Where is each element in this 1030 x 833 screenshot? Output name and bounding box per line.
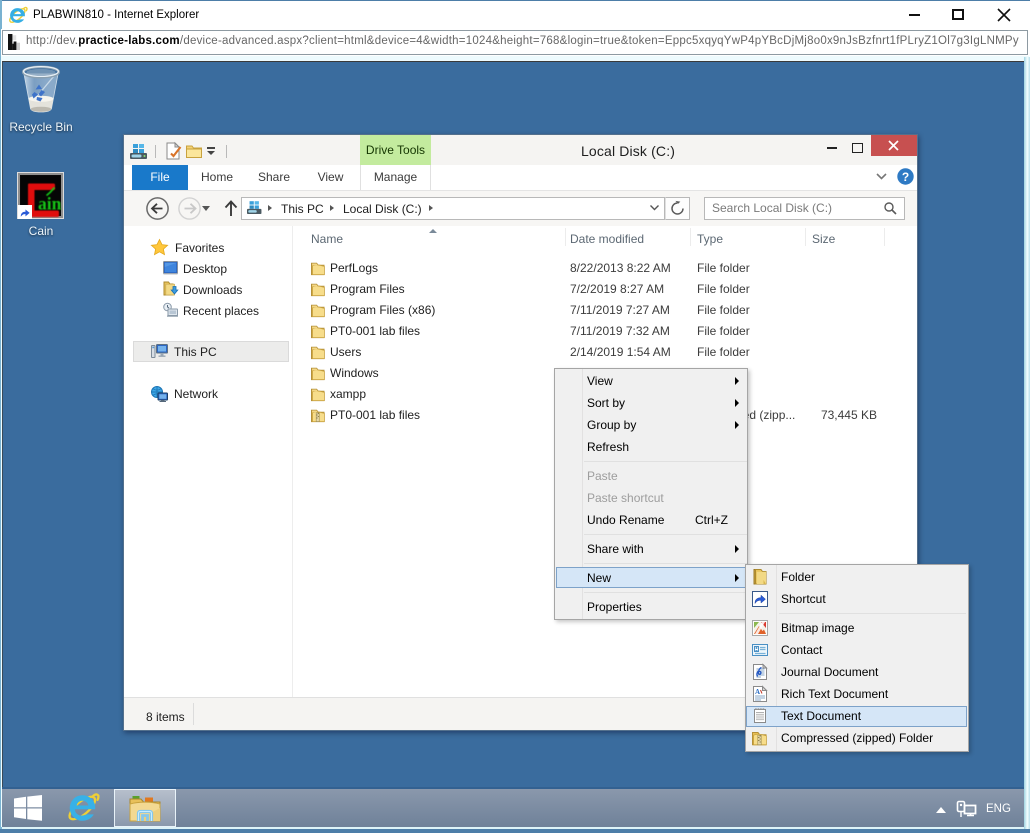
svg-text:ain: ain bbox=[38, 194, 62, 214]
svg-text:?: ? bbox=[902, 170, 909, 184]
svg-text:A: A bbox=[755, 688, 760, 696]
